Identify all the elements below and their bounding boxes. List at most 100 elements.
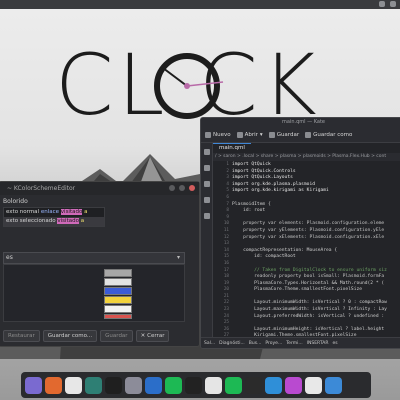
line-number: 3 [226,175,229,181]
window-titlebar[interactable]: ~ KColorSchemeEditor [0,182,199,195]
folder-icon [236,131,243,138]
line-number: 20 [223,287,229,293]
window-titlebar[interactable]: main.qml — Kate [201,118,400,127]
spotify-alt-icon[interactable] [225,376,242,394]
filesystem-icon[interactable] [203,213,210,219]
status-project[interactable]: Proye... [265,341,282,346]
status-output[interactable]: Sal... [204,341,215,346]
code-line[interactable]: PlasmaCore.Theme.smallestFont.pixelSize [232,287,400,294]
code-line[interactable]: readonly property bool isSmall: Plasmoid… [232,274,400,281]
maximize-icon[interactable] [179,185,185,191]
code-line[interactable]: property var elements: Plasmoid.configur… [232,221,400,228]
breadcrumb[interactable]: / > saron > .local > share > plasma > pl… [213,153,400,161]
color-swatch[interactable] [104,314,132,319]
tray-icon[interactable] [379,1,385,7]
preview-panel: exto normal enlace visitado a exto selec… [3,207,105,227]
code-line[interactable]: property var xElements: Plasmoid.configu… [232,235,400,242]
code-line[interactable]: import QtQuick.Layouts [232,175,400,182]
status-terminal[interactable]: Termi... [286,341,302,346]
line-number: 6 [226,194,229,200]
code-line[interactable] [232,241,400,248]
code-line[interactable] [232,195,400,202]
terminal-icon[interactable] [105,376,122,394]
tray-icon[interactable] [390,1,396,7]
code-line[interactable]: import org.kde.kirigami as Kirigami [232,188,400,195]
chevron-down-icon: ▾ [176,254,180,261]
line-numbers: 1 2 3 4 5 6 7 8 9 10 11 12 13 14 15 16 17 18 19 20 21 22 23 24 2… [213,162,229,347]
spotify-icon[interactable] [165,376,182,394]
line-number: 16 [223,260,229,266]
insert-mode[interactable]: INSERTAR [307,341,329,346]
settings-icon[interactable] [125,376,142,394]
photos-icon[interactable] [85,376,102,394]
line-number: 5 [226,188,229,194]
kcharselect-icon[interactable] [285,376,302,394]
color-set-select[interactable]: es ▾ [3,252,185,264]
dialog-footer: Restaurar Guardar como... Guardar ✕ Cerra… [3,330,170,342]
show-desktop-icon[interactable] [325,376,342,394]
spreadsheet-icon[interactable] [305,376,322,394]
code-line[interactable]: id: root [232,208,400,215]
open-button[interactable]: Abrir ▾ [236,131,263,138]
status-search[interactable]: Bus... [249,341,262,346]
window-title: ~ KColorSchemeEditor [7,185,76,192]
color-swatch[interactable] [104,287,132,295]
inkscape-icon[interactable] [185,376,202,394]
documents-icon[interactable] [203,149,210,155]
toolbar: Nuevo Abrir ▾ Guardar Guardar como [201,127,400,143]
section-label: Bolorido [3,198,28,205]
top-panel [0,0,400,9]
preview-row-normal: exto normal enlace visitado a [6,209,88,215]
close-button[interactable]: ✕ Cerrar [135,330,170,342]
kolourpaint-icon[interactable] [265,376,282,394]
line-number: 1 [226,162,229,167]
color-swatch[interactable] [104,269,132,277]
music-icon[interactable] [245,376,262,394]
line-number: 10 [223,221,229,227]
save-button[interactable]: Guardar [268,131,299,138]
color-swatch[interactable] [104,305,132,313]
chevron-down-icon: ▾ [259,131,263,138]
files-icon[interactable] [25,376,42,394]
code-line[interactable] [232,320,400,327]
color-scheme-editor-window: ~ KColorSchemeEditor Bolorido exto norma… [0,181,200,347]
symbols-icon[interactable] [203,197,210,203]
language[interactable]: es [332,341,337,346]
code-line[interactable]: Layout.preferredWidth: isVertical ? unde… [232,314,400,321]
status-bar: Sal... Diagnósti... Bus... Proye... Term… [201,337,400,348]
close-icon[interactable] [189,185,195,191]
new-file-icon [205,131,211,138]
status-diagnostics[interactable]: Diagnósti... [219,341,245,346]
code-editor[interactable]: import QtQuick import QtQuick.Controls imp… [232,162,400,347]
line-number: 8 [226,208,229,214]
code-line[interactable]: id: compactRoot [232,254,400,261]
line-number: 18 [223,274,229,280]
tab-main-qml[interactable]: main.qml [213,143,251,153]
line-number: 23 [223,307,229,313]
gitlab-icon[interactable] [45,376,62,394]
save-as-button[interactable]: Guardar como... [42,330,98,342]
outlook-icon[interactable] [145,376,162,394]
code-line[interactable]: Layout.maximumWidth: isVertical ? Infini… [232,307,400,314]
minimize-icon[interactable] [169,185,175,191]
store-icon[interactable] [65,376,82,394]
line-number: 15 [223,254,229,260]
line-number: 25 [223,320,229,326]
help-icon[interactable] [205,376,222,394]
code-line[interactable] [232,261,400,268]
new-button[interactable]: Nuevo [205,131,231,138]
restore-button[interactable]: Restaurar [3,330,40,342]
save-as-button[interactable]: Guardar como [305,131,352,138]
code-line[interactable]: property var yElements: Plasmoid.configu… [232,228,400,235]
git-icon[interactable] [203,181,210,187]
line-number: 11 [223,227,229,233]
color-swatch[interactable] [104,278,132,286]
save-as-icon [305,131,312,138]
projects-icon[interactable] [203,165,210,171]
dock [21,372,371,398]
code-line[interactable]: import QtQuick [232,162,400,169]
save-icon [268,131,275,138]
color-swatch-list [3,264,185,322]
color-swatch[interactable] [104,296,132,304]
save-button[interactable]: Guardar [100,330,133,342]
